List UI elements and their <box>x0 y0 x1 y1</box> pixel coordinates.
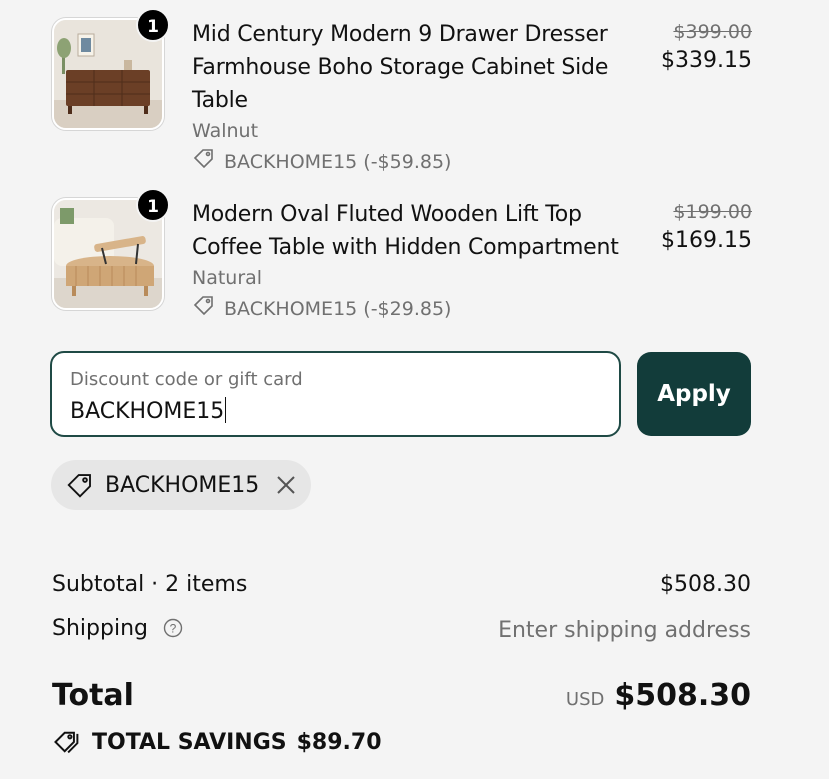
item-discount: BACKHOME15 (-$59.85) <box>192 146 632 179</box>
subtotal-value: $508.30 <box>660 572 751 597</box>
applied-code-label: BACKHOME15 <box>105 472 260 498</box>
apply-button[interactable]: Apply <box>637 352 751 436</box>
item-discount: BACKHOME15 (-$29.85) <box>192 293 642 326</box>
subtotal-label: Subtotal · 2 items <box>52 572 248 597</box>
product-title: Mid Century Modern 9 Drawer Dresser Farm… <box>192 22 609 113</box>
close-icon[interactable] <box>275 474 297 496</box>
svg-text:?: ? <box>170 622 177 636</box>
applied-discount-chip: BACKHOME15 <box>51 460 311 510</box>
original-price: $399.00 <box>673 21 752 43</box>
total-amount-group: USD $508.30 <box>566 678 751 713</box>
savings-value: $89.70 <box>296 729 382 755</box>
shipping-value: Enter shipping address <box>498 617 751 643</box>
subtotal-row: Subtotal · 2 items $508.30 <box>52 572 751 597</box>
tag-icon <box>192 293 216 326</box>
shipping-label: Shipping <box>52 616 148 641</box>
original-price: $199.00 <box>673 201 752 223</box>
total-value: $508.30 <box>614 678 751 713</box>
shipping-row: Shipping ? Enter shipping address <box>52 616 751 644</box>
total-label: Total <box>52 678 134 713</box>
item-discount-label: BACKHOME15 (-$29.85) <box>224 298 452 320</box>
discount-code-label: Discount code or gift card <box>70 369 303 390</box>
tag-icon <box>192 146 216 179</box>
discount-code-input[interactable]: Discount code or gift card BACKHOME15 <box>50 351 621 437</box>
sale-price: $169.15 <box>661 228 752 253</box>
quantity-badge: 1 <box>136 188 170 222</box>
product-variant: Walnut <box>192 120 259 142</box>
total-savings: TOTAL SAVINGS $89.70 <box>52 727 382 757</box>
currency-code: USD <box>565 689 605 710</box>
product-title: Modern Oval Fluted Wooden Lift Top Coffe… <box>192 202 619 260</box>
total-row: Total USD $508.30 <box>52 678 751 713</box>
quantity-badge: 1 <box>136 8 170 42</box>
tag-icon <box>65 470 95 500</box>
savings-label: TOTAL SAVINGS <box>92 729 287 755</box>
sale-price: $339.15 <box>661 48 752 73</box>
shipping-label-group: Shipping ? <box>52 616 183 644</box>
product-variant: Natural <box>192 267 263 289</box>
item-discount-label: BACKHOME15 (-$59.85) <box>224 151 452 173</box>
discount-code-value[interactable]: BACKHOME15 <box>70 397 227 424</box>
tags-icon <box>52 727 82 757</box>
help-icon[interactable]: ? <box>163 618 183 644</box>
